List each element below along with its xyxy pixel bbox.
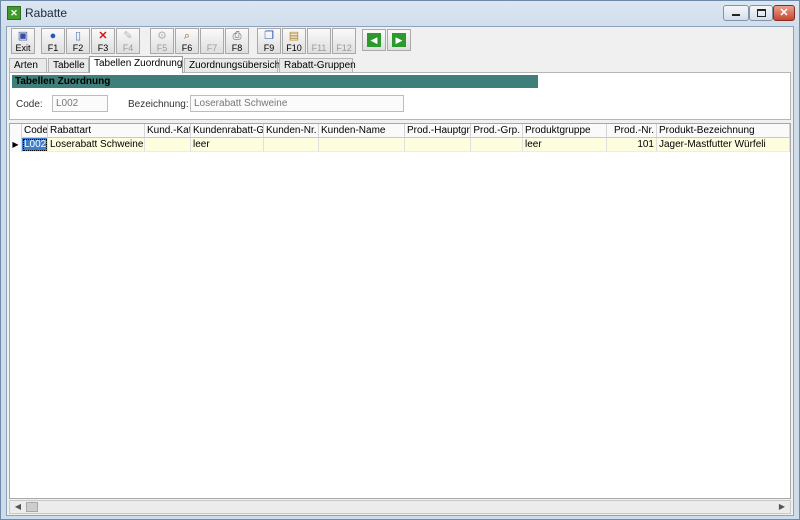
f7-button[interactable]: F7 (200, 28, 224, 54)
help-button[interactable]: ● F1 (41, 28, 65, 54)
table-cell[interactable] (145, 138, 191, 152)
window-title: Rabatte (25, 6, 68, 20)
detail-panel: Tabellen Zuordnung Code: L002 Bezeichnun… (9, 72, 791, 120)
column-header[interactable]: Prod.-Grp. (471, 124, 523, 138)
maximize-icon (757, 9, 766, 17)
column-header[interactable]: Code (22, 124, 48, 138)
table-cell[interactable]: 101 (607, 138, 657, 152)
next-button[interactable]: ▶ (387, 29, 411, 51)
copy-icon: ❐ (264, 30, 274, 42)
table-cell[interactable] (264, 138, 319, 152)
column-header[interactable]: Rabattart (48, 124, 145, 138)
app-window: ✕ Rabatte ✕ ▣ Exit ● F1 ▯ F2 ✕ F3 ✎ F4 ⚙… (0, 0, 800, 520)
code-field[interactable]: L002 (52, 95, 108, 112)
tools-button[interactable]: ⚙ F5 (150, 28, 174, 54)
arrow-right-icon: ▶ (392, 33, 406, 47)
section-title: Tabellen Zuordnung (12, 75, 538, 88)
scroll-thumb[interactable] (26, 502, 38, 512)
delete-button[interactable]: ✕ F3 (91, 28, 115, 54)
column-header[interactable]: Prod.-Hauptgr. (405, 124, 471, 138)
column-header[interactable]: Produkt-Bezeichnung (657, 124, 790, 138)
print-icon: ⎙ (232, 30, 242, 42)
paste-button[interactable]: ▤ F10 (282, 28, 306, 54)
column-header[interactable]: Prod.-Nr. (607, 124, 657, 138)
scroll-left-icon[interactable]: ◀ (11, 501, 25, 513)
edit-button[interactable]: ✎ F4 (116, 28, 140, 54)
current-row-icon: ▶ (10, 138, 22, 152)
tools-icon: ⚙ (157, 30, 167, 42)
column-header[interactable]: Kunden-Nr. (264, 124, 319, 138)
app-icon: ✕ (7, 6, 21, 20)
tab-tabellen-zuordnung[interactable]: Tabellen Zuordnung (89, 56, 183, 73)
previous-button[interactable]: ◀ (362, 29, 386, 51)
tab-rabatt-gruppen[interactable]: Rabatt-Gruppen (279, 58, 356, 73)
new-document-icon: ▯ (74, 30, 82, 42)
copy-button[interactable]: ❐ F9 (257, 28, 281, 54)
exit-icon: ▣ (17, 30, 29, 42)
tab-zuordnungsuebersicht[interactable]: Zuordnungsübersicht (184, 58, 283, 73)
table-cell[interactable] (405, 138, 471, 152)
table-cell[interactable] (319, 138, 405, 152)
f11-button[interactable]: F11 (307, 28, 331, 54)
blank-icon (204, 30, 220, 43)
exit-button[interactable]: ▣ Exit (11, 28, 35, 54)
arrow-left-icon: ◀ (367, 33, 381, 47)
blank-icon (336, 30, 352, 43)
toolbar: ▣ Exit ● F1 ▯ F2 ✕ F3 ✎ F4 ⚙ F5 ⌕ F6 F7 … (7, 27, 793, 55)
close-button[interactable]: ✕ (773, 5, 795, 21)
table-cell[interactable]: Jager-Mastfutter Würfeli (657, 138, 790, 152)
table-row[interactable]: ▶ L002 Loserabatt Schweine leer leer 101… (10, 138, 790, 152)
bezeichnung-label: Bezeichnung: (128, 99, 189, 110)
horizontal-scrollbar[interactable]: ◀ ▶ (9, 500, 791, 514)
scroll-right-icon[interactable]: ▶ (775, 501, 789, 513)
print-button[interactable]: ⎙ F8 (225, 28, 249, 54)
bezeichnung-field[interactable]: Loserabatt Schweine (190, 95, 404, 112)
table-cell[interactable]: L002 (22, 138, 48, 152)
title-bar[interactable]: ✕ Rabatte ✕ (1, 1, 799, 25)
table-cell[interactable] (471, 138, 523, 152)
column-header[interactable]: Kunden-Name (319, 124, 405, 138)
close-icon: ✕ (779, 7, 789, 19)
data-grid[interactable]: Code Rabattart Kund.-Kate Kundenrabatt-G… (9, 123, 791, 499)
table-cell[interactable]: leer (523, 138, 607, 152)
code-label: Code: (16, 99, 43, 110)
edit-icon: ✎ (123, 30, 133, 42)
column-header[interactable]: Kundenrabatt-Gr (191, 124, 264, 138)
tab-tabelle[interactable]: Tabelle (48, 58, 89, 73)
delete-icon: ✕ (98, 30, 108, 42)
column-header[interactable]: Kund.-Kate (145, 124, 191, 138)
minimize-button[interactable] (723, 5, 749, 21)
column-header[interactable]: Produktgruppe (523, 124, 607, 138)
search-icon: ⌕ (183, 30, 191, 42)
paste-icon: ▤ (288, 30, 300, 42)
search-button[interactable]: ⌕ F6 (175, 28, 199, 54)
tab-arten[interactable]: Arten (9, 58, 47, 73)
maximize-button[interactable] (749, 5, 773, 21)
table-cell[interactable]: leer (191, 138, 264, 152)
blank-icon (311, 30, 327, 43)
help-icon: ● (49, 30, 57, 42)
client-area: ▣ Exit ● F1 ▯ F2 ✕ F3 ✎ F4 ⚙ F5 ⌕ F6 F7 … (6, 26, 794, 516)
grid-header: Code Rabattart Kund.-Kate Kundenrabatt-G… (10, 124, 790, 138)
minimize-icon (732, 14, 740, 16)
new-button[interactable]: ▯ F2 (66, 28, 90, 54)
header-corner (10, 124, 22, 138)
table-cell[interactable]: Loserabatt Schweine (48, 138, 145, 152)
f12-button[interactable]: F12 (332, 28, 356, 54)
tab-strip: Arten Tabelle Tabellen Zuordnung Zuordnu… (7, 56, 793, 73)
